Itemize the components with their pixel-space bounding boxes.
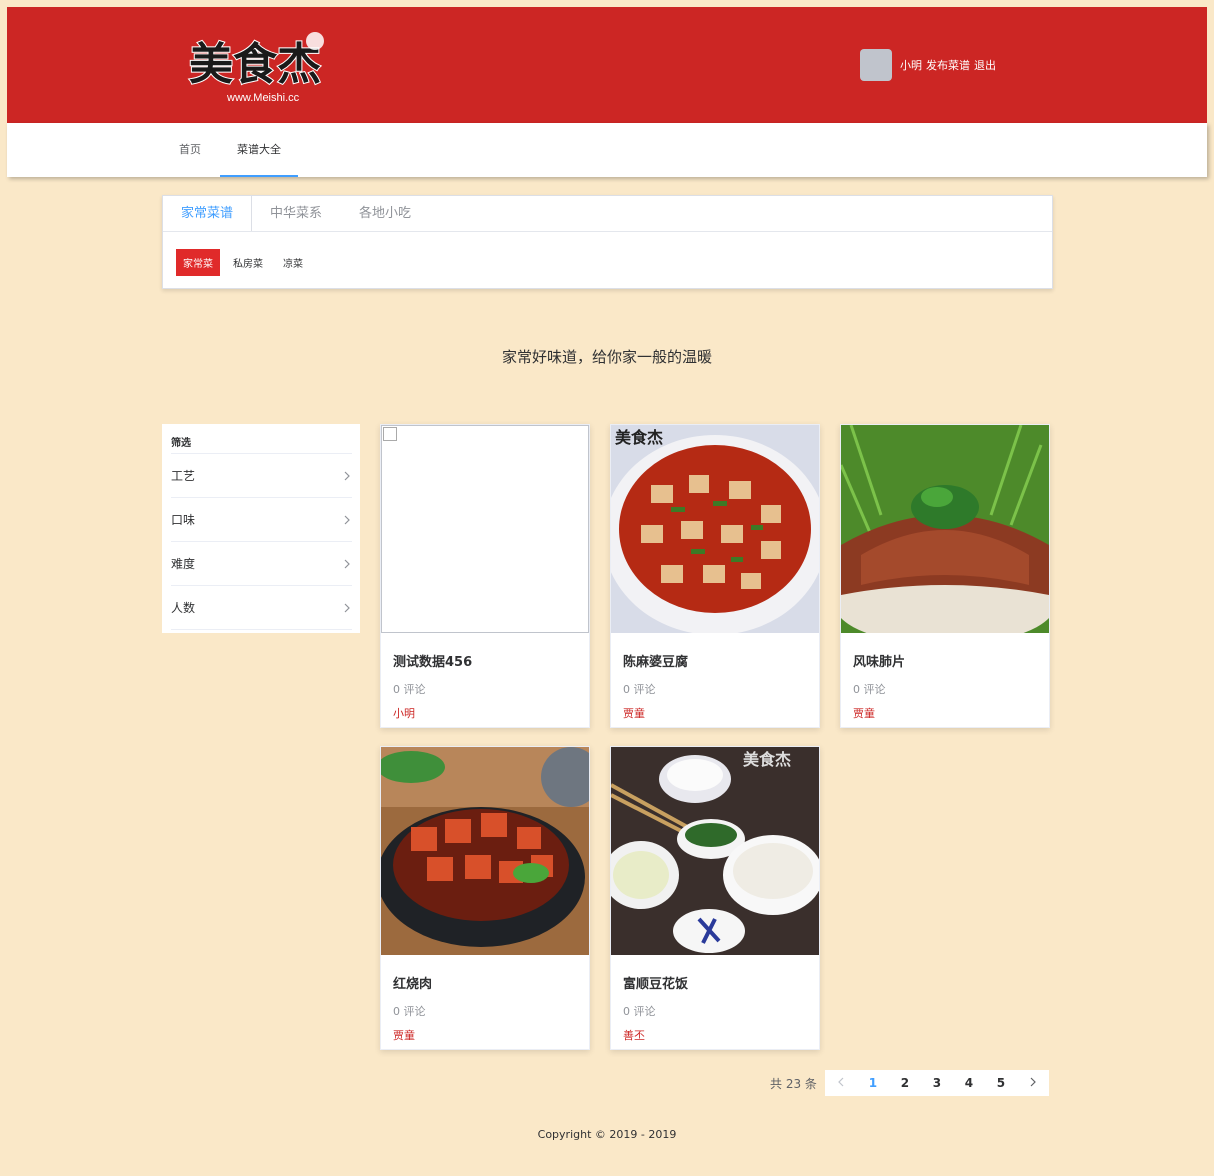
pagination: 共 23 条 1 2 3 4 5 [770, 1070, 1049, 1096]
page-4[interactable]: 4 [953, 1076, 985, 1090]
user-bar: 小明 发布菜谱 退出 [860, 49, 996, 81]
recipe-author[interactable]: 贾童 [623, 705, 807, 721]
filter-item-label: 工艺 [171, 469, 196, 483]
svg-text:美食杰: 美食杰 [743, 750, 791, 769]
chevron-right-icon [344, 515, 350, 524]
recipe-comments: 0 评论 [623, 1005, 656, 1018]
nav-item-home[interactable]: 首页 [162, 123, 218, 177]
chevron-right-icon [344, 471, 350, 480]
avatar[interactable] [860, 49, 892, 81]
recipe-title: 陈麻婆豆腐 [623, 655, 689, 670]
site-header: 美食杰 www.Meishi.cc 小明 发布菜谱 退出 [7, 7, 1207, 123]
filter-item-difficulty[interactable]: 难度 [171, 542, 352, 586]
recipe-comments: 0 评论 [393, 1005, 426, 1018]
category-tabs: 家常菜谱 中华菜系 各地小吃 [163, 196, 1052, 232]
prev-page-button[interactable] [825, 1076, 857, 1090]
recipe-card[interactable]: 红烧肉 0 评论 贾童 [380, 746, 590, 1050]
main-nav: 首页 菜谱大全 [7, 123, 1207, 177]
recipe-title: 风味肺片 [853, 655, 906, 670]
recipe-card[interactable]: 测试数据456 0 评论 小明 [380, 424, 590, 728]
recipe-comments: 0 评论 [853, 683, 886, 696]
page-1[interactable]: 1 [857, 1076, 889, 1090]
filter-item-label: 人数 [171, 601, 196, 615]
svg-text:美食杰: 美食杰 [615, 428, 663, 447]
recipe-image-douhua: 美食杰 [611, 747, 819, 955]
recipe-author[interactable]: 贾童 [393, 1027, 577, 1043]
filter-item-technique[interactable]: 工艺 [171, 454, 352, 498]
recipe-card[interactable]: 美食杰 陈麻婆豆腐 0 评论 贾童 [610, 424, 820, 728]
recipe-author[interactable]: 贾童 [853, 705, 1037, 721]
site-logo[interactable]: 美食杰 www.Meishi.cc [183, 21, 333, 111]
chevron-right-icon [344, 559, 350, 568]
recipe-image-feipian [841, 425, 1049, 633]
publish-recipe-link[interactable]: 发布菜谱 [926, 57, 970, 73]
tab-home-cooking[interactable]: 家常菜谱 [163, 196, 253, 231]
page-5[interactable]: 5 [985, 1076, 1017, 1090]
page-slogan: 家常好味道，给你家一般的温暖 [501, 348, 712, 366]
filter-item-taste[interactable]: 口味 [171, 498, 352, 542]
recipe-comments: 0 评论 [623, 683, 656, 696]
nav-item-recipes[interactable]: 菜谱大全 [220, 123, 298, 177]
recipe-title: 富顺豆花饭 [623, 977, 689, 992]
recipe-author[interactable]: 小明 [393, 705, 577, 721]
tag-cold-dishes[interactable]: 凉菜 [276, 249, 310, 276]
pagination-total: 共 23 条 [770, 1076, 817, 1091]
logo-text: 美食杰 [189, 39, 321, 90]
pagination-pages: 1 2 3 4 5 [824, 1070, 1049, 1096]
filter-panel: 筛选 工艺 口味 难度 人数 [162, 424, 360, 633]
recipe-comments: 0 评论 [393, 683, 426, 696]
recipe-image-broken [381, 425, 589, 633]
tab-chinese-cuisine[interactable]: 中华菜系 [252, 196, 341, 231]
recipe-author[interactable]: 善丕 [623, 1027, 807, 1043]
page-2[interactable]: 2 [889, 1076, 921, 1090]
footer-copyright: Copyright © 2019 - 2019 [537, 1128, 677, 1141]
tag-private-dishes[interactable]: 私房菜 [226, 249, 270, 276]
category-panel: 家常菜谱 中华菜系 各地小吃 家常菜 私房菜 凉菜 [162, 195, 1053, 289]
logout-link[interactable]: 退出 [974, 57, 996, 73]
filter-title: 筛选 [171, 434, 352, 454]
filter-item-servings[interactable]: 人数 [171, 586, 352, 630]
recipe-title: 红烧肉 [393, 977, 433, 992]
username-link[interactable]: 小明 [900, 57, 922, 73]
broken-image-icon [383, 427, 397, 441]
recipe-image-mapo-tofu: 美食杰 [611, 425, 819, 633]
tab-local-snacks[interactable]: 各地小吃 [341, 196, 430, 231]
recipe-image-hongshaorou [381, 747, 589, 955]
next-page-button[interactable] [1017, 1076, 1049, 1090]
chevron-right-icon [344, 603, 350, 612]
recipe-title: 测试数据456 [393, 655, 473, 670]
sub-tags: 家常菜 私房菜 凉菜 [163, 232, 1052, 293]
filter-item-label: 难度 [171, 557, 196, 571]
recipe-card[interactable]: 美食杰 富顺豆花饭 0 评论 善丕 [610, 746, 820, 1050]
filter-item-label: 口味 [171, 513, 196, 527]
tag-home-dishes[interactable]: 家常菜 [176, 249, 220, 276]
logo-url-text: www.Meishi.cc [226, 92, 300, 104]
chevron-right-icon [1030, 1077, 1036, 1087]
chevron-left-icon [838, 1077, 844, 1087]
page-3[interactable]: 3 [921, 1076, 953, 1090]
recipe-card[interactable]: 风味肺片 0 评论 贾童 [840, 424, 1050, 728]
